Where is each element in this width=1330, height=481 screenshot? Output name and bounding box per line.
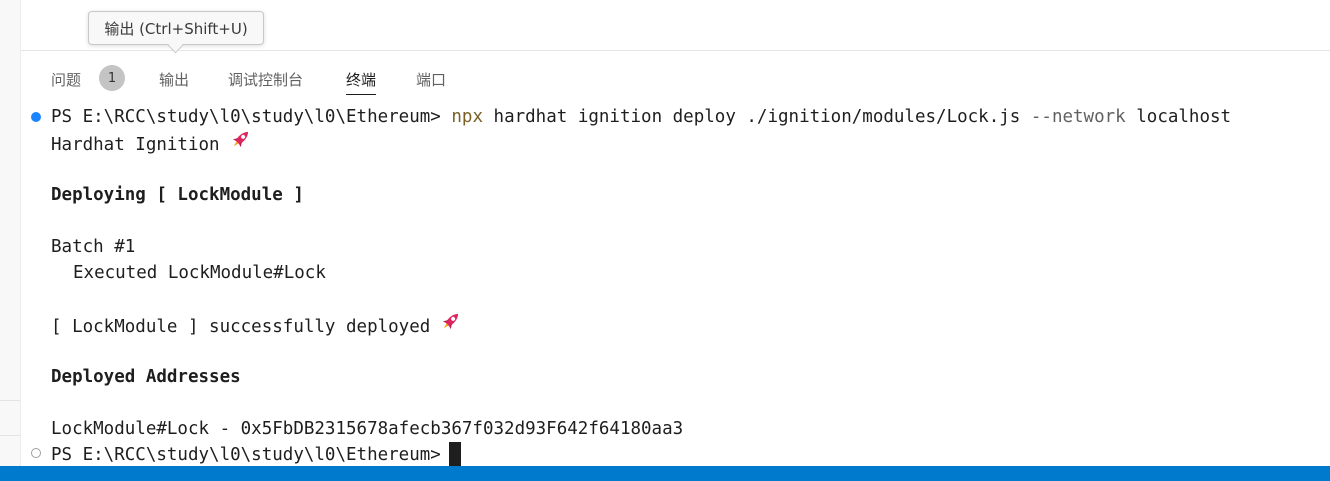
tab-ports[interactable]: 端口 xyxy=(416,67,446,91)
command-args: hardhat ignition deploy ./ignition/modul… xyxy=(493,107,1021,127)
tab-label: 调试控制台 xyxy=(228,70,304,89)
tab-label: 输出 xyxy=(159,70,190,89)
tooltip-text: 输出 (Ctrl+Shift+U) xyxy=(104,19,248,38)
command-program: npx xyxy=(451,107,483,127)
output-line: Deploying [ LockModule ] xyxy=(51,185,304,205)
command-flag-value: localhost xyxy=(1136,107,1232,127)
output-line: Executed LockModule#Lock xyxy=(73,263,326,283)
side-gutter xyxy=(0,0,21,466)
panel-tab-bar: 问题 1 输出 调试控制台 终端 端口 xyxy=(21,50,1330,101)
tab-label: 端口 xyxy=(416,70,447,89)
current-prompt-line[interactable]: PS E:\RCC\study\l0\study\l0\Ethereum> xyxy=(51,442,461,468)
problems-count-badge: 1 xyxy=(99,65,125,91)
tab-label: 问题 xyxy=(51,70,82,89)
gutter-divider xyxy=(0,435,20,436)
output-line: Hardhat Ignition xyxy=(51,130,252,156)
rocket-icon xyxy=(440,310,462,340)
rocket-icon xyxy=(230,128,252,158)
success-text: [ LockModule ] successfully deployed xyxy=(51,317,431,337)
output-line: Batch #1 xyxy=(51,237,136,257)
command-success-marker[interactable] xyxy=(31,112,41,122)
tab-output[interactable]: 输出 xyxy=(159,67,189,91)
tab-label: 终端 xyxy=(346,70,377,89)
status-bar xyxy=(0,466,1330,481)
tab-problems[interactable]: 问题 xyxy=(51,67,81,91)
output-line: Deployed Addresses xyxy=(51,367,241,387)
command-idle-marker[interactable] xyxy=(31,448,41,458)
terminal-cursor xyxy=(448,442,461,466)
tab-terminal[interactable]: 终端 xyxy=(346,67,377,95)
output-line: LockModule#Lock - 0x5FbDB2315678afecb367… xyxy=(51,419,684,439)
prompt: PS E:\RCC\study\l0\study\l0\Ethereum> xyxy=(51,107,441,127)
banner-text: Hardhat Ignition xyxy=(51,135,220,155)
output-line: [ LockModule ] successfully deployed xyxy=(51,312,462,338)
tab-debug-console[interactable]: 调试控制台 xyxy=(228,67,303,91)
prompt: PS E:\RCC\study\l0\study\l0\Ethereum> xyxy=(51,445,441,465)
gutter-divider xyxy=(0,400,20,401)
command-flag: --network xyxy=(1030,107,1126,127)
command-line: PS E:\RCC\study\l0\study\l0\Ethereum> np… xyxy=(51,104,1231,130)
